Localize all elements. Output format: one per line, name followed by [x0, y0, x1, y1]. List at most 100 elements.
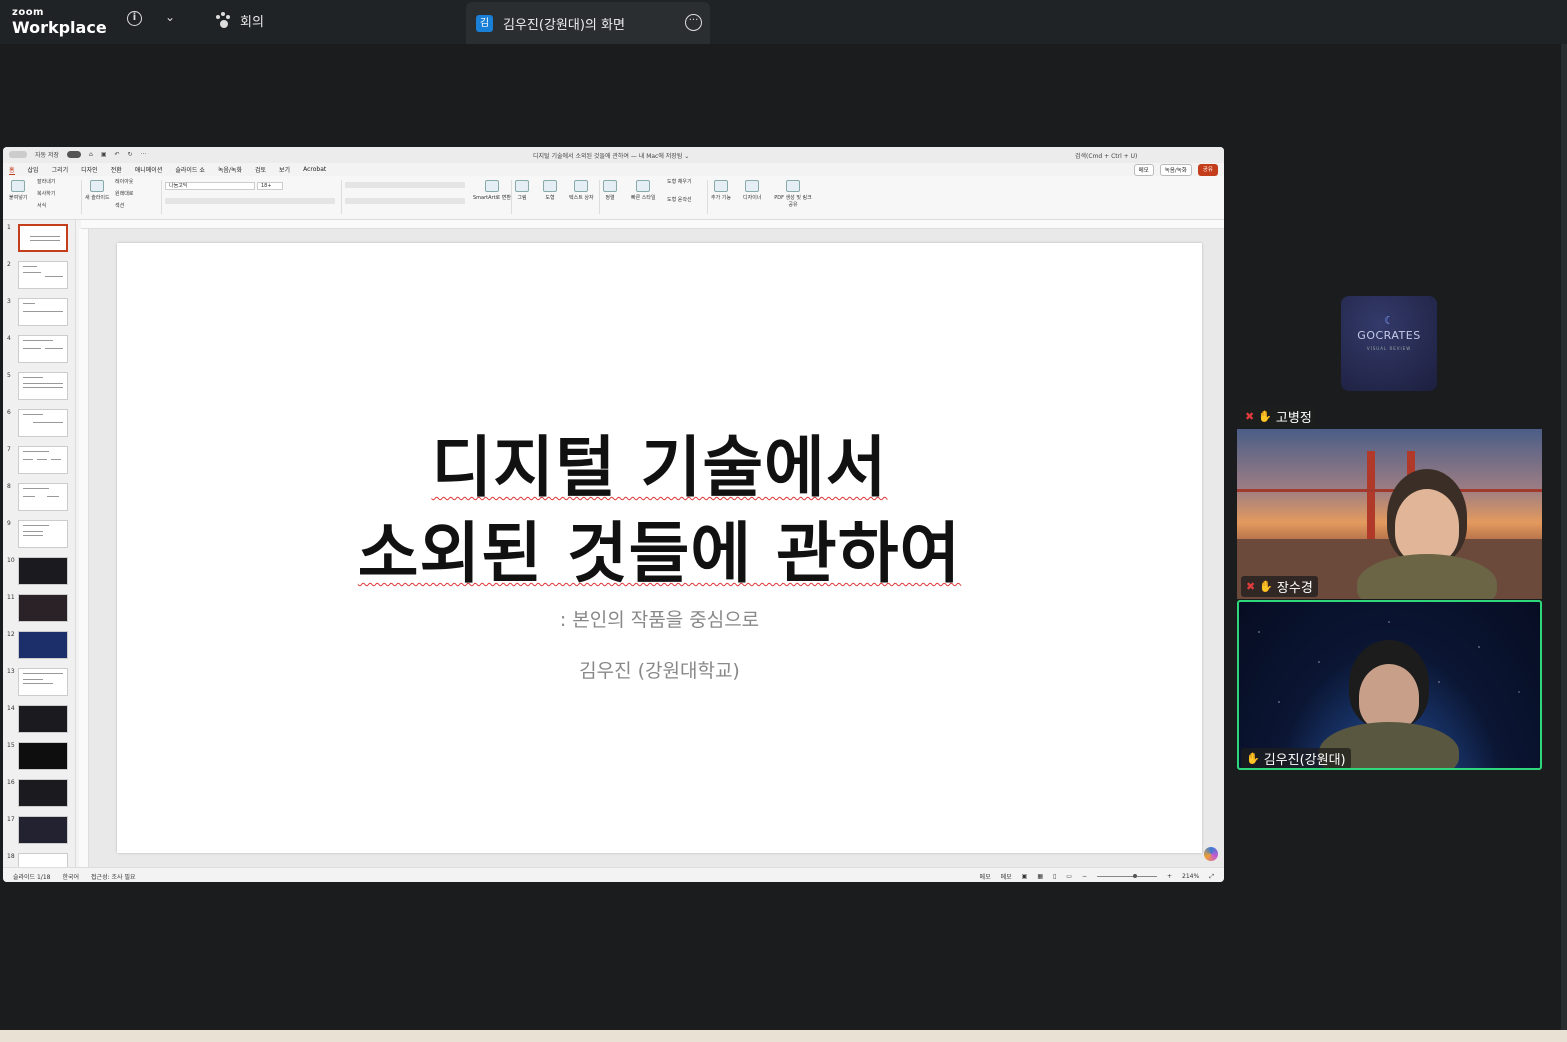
- addins-button[interactable]: 추가 기능: [711, 180, 731, 201]
- paragraph-row-2[interactable]: [345, 198, 465, 204]
- font-format-row[interactable]: [165, 198, 335, 204]
- meeting-tab[interactable]: 회의: [214, 11, 264, 30]
- info-icon[interactable]: i: [127, 11, 142, 26]
- shape-fill-button[interactable]: 도형 채우기: [667, 178, 692, 185]
- ppt-title-bar: 자동 저장 ⌂ ▣ ↶ ↻ ··· 디지털 기술에서 소외된 것들에 관하여 —…: [3, 147, 1224, 163]
- cut-label: 잘라내기: [37, 179, 56, 185]
- comments-status-button[interactable]: 메모: [1001, 872, 1012, 881]
- slide-thumbnail[interactable]: [18, 853, 68, 867]
- tab-insert[interactable]: 삽입: [28, 165, 39, 174]
- current-slide[interactable]: 디지털 기술에서 소외된 것들에 관하여 : 본인의 작품을 중심으로 김우진 …: [117, 243, 1202, 853]
- new-slide-button[interactable]: 새 슬라이드: [85, 180, 110, 201]
- slide-thumbnail[interactable]: [18, 261, 68, 289]
- tab-home[interactable]: 홈: [9, 165, 15, 175]
- format-painter-button[interactable]: 서식: [37, 202, 46, 209]
- record-button[interactable]: 녹음/녹화: [1159, 164, 1192, 176]
- zoom-slider[interactable]: [1097, 874, 1157, 878]
- slideshow-view-icon[interactable]: ▭: [1066, 873, 1072, 880]
- designer-button[interactable]: 디자이너: [743, 180, 761, 201]
- font-name-select[interactable]: 나눔고딕: [165, 182, 255, 190]
- copy-button[interactable]: 복사하기: [37, 190, 55, 197]
- tab-review[interactable]: 검토: [255, 165, 266, 174]
- slide-thumbnail[interactable]: [18, 372, 68, 400]
- quick-style-button[interactable]: 빠른 스타일: [631, 180, 656, 201]
- shape-button[interactable]: 도형: [543, 180, 557, 201]
- comments-button[interactable]: 메모: [1133, 164, 1154, 176]
- shape-outline-button[interactable]: 도형 윤곽선: [667, 196, 692, 203]
- more-icon[interactable]: ···: [141, 151, 147, 158]
- slide-thumbnail[interactable]: [18, 335, 68, 363]
- slide-thumbnail[interactable]: [18, 779, 68, 807]
- slide-thumbnail[interactable]: [18, 742, 68, 770]
- zoom-level[interactable]: 214%: [1182, 873, 1199, 880]
- slide-thumbnail[interactable]: [18, 446, 68, 474]
- paragraph-row-1[interactable]: [345, 182, 465, 188]
- reset-button[interactable]: 원래대로: [115, 190, 133, 197]
- slide-canvas: 디지털 기술에서 소외된 것들에 관하여 : 본인의 작품을 중심으로 김우진 …: [89, 229, 1224, 867]
- tab-slideshow[interactable]: 슬라이드 쇼: [175, 165, 205, 174]
- pin-icon: ✋: [1259, 580, 1273, 593]
- paste-button[interactable]: 붙여넣기: [9, 180, 27, 201]
- textbox-button[interactable]: 텍스트 상자: [569, 180, 594, 201]
- notes-button[interactable]: 메모: [980, 872, 991, 881]
- section-button[interactable]: 섹션: [115, 202, 124, 209]
- slide-thumbnail[interactable]: [18, 409, 68, 437]
- slide-title-line2[interactable]: 소외된 것들에 관하여: [117, 521, 1202, 587]
- layout-button[interactable]: 레이아웃: [115, 178, 133, 185]
- undo-icon[interactable]: ↶: [114, 151, 119, 158]
- smartart-button[interactable]: SmartArt로 변환: [473, 180, 511, 201]
- slide-title-line1[interactable]: 디지털 기술에서: [117, 435, 1202, 501]
- scrollbar[interactable]: [1561, 44, 1567, 1030]
- autosave-toggle[interactable]: [67, 151, 81, 158]
- home-icon[interactable]: ⌂: [89, 151, 93, 158]
- slide-thumbnail[interactable]: [18, 631, 68, 659]
- tab-transitions[interactable]: 전환: [111, 165, 122, 174]
- layout-label: 레이아웃: [115, 179, 134, 185]
- sidebar-toggle-icon[interactable]: [9, 151, 27, 158]
- slide-thumbnails-pane[interactable]: 1 2 3 4 5 6 7 8 9 10 11 12 13 14 15 16 1…: [3, 220, 76, 867]
- redo-icon[interactable]: ↻: [128, 151, 133, 158]
- zoom-in-icon[interactable]: +: [1167, 873, 1172, 880]
- normal-view-icon[interactable]: ▣: [1022, 873, 1028, 880]
- more-options-icon[interactable]: ···: [685, 14, 702, 31]
- save-icon[interactable]: ▣: [101, 151, 107, 158]
- sorter-view-icon[interactable]: ▦: [1037, 873, 1043, 880]
- share-button[interactable]: 공유: [1197, 164, 1218, 176]
- picture-button[interactable]: 그림: [515, 180, 529, 201]
- participant-video-1[interactable]: ✖ ✋ 장수경: [1237, 429, 1542, 599]
- slide-thumbnail[interactable]: [18, 520, 68, 548]
- font-size-select[interactable]: 18+: [257, 182, 283, 190]
- slide-thumbnail[interactable]: [18, 594, 68, 622]
- tab-record[interactable]: 녹음/녹화: [218, 165, 242, 174]
- tab-acrobat[interactable]: Acrobat: [303, 166, 326, 173]
- zoom-out-icon[interactable]: −: [1082, 873, 1087, 880]
- slide-thumbnail[interactable]: [18, 668, 68, 696]
- cut-button[interactable]: 잘라내기: [37, 178, 55, 185]
- participant-avatar-gocrates[interactable]: ☾ GOCRATES VISUAL REVIEW: [1341, 296, 1437, 391]
- fit-slide-icon[interactable]: ⤢: [1209, 873, 1214, 881]
- search-box[interactable]: 검색(Cmd + Ctrl + U): [1075, 151, 1137, 160]
- chevron-down-icon[interactable]: ⌄: [165, 10, 175, 24]
- pdf-share-button[interactable]: PDF 생성 및 링크 공유: [773, 180, 813, 208]
- slide-author[interactable]: 김우진 (강원대학교): [117, 656, 1202, 683]
- tab-view[interactable]: 보기: [279, 165, 290, 174]
- slide-thumbnail[interactable]: [18, 816, 68, 844]
- slide-thumbnail[interactable]: [18, 298, 68, 326]
- tab-draw[interactable]: 그리기: [52, 165, 69, 174]
- slide-thumbnail[interactable]: [18, 705, 68, 733]
- accessibility-status[interactable]: 접근성: 조사 필요: [91, 872, 135, 881]
- language-status[interactable]: 한국어: [62, 872, 79, 881]
- slide-thumbnail[interactable]: [18, 483, 68, 511]
- dock-strip: [0, 1030, 1567, 1042]
- slide-title-text: 소외된 것들에 관하여: [357, 515, 962, 592]
- slide-subtitle[interactable]: : 본인의 작품을 중심으로: [117, 605, 1202, 632]
- reading-view-icon[interactable]: ▯: [1053, 873, 1056, 880]
- tab-design[interactable]: 디자인: [81, 165, 98, 174]
- screen-share-tab[interactable]: 김 김우진(강원대)의 화면 ···: [466, 2, 710, 44]
- participant-video-active-speaker[interactable]: ✋ 김우진(강원대): [1237, 600, 1542, 770]
- copilot-icon[interactable]: [1204, 847, 1218, 861]
- tab-animations[interactable]: 애니메이션: [135, 165, 163, 174]
- arrange-button[interactable]: 정렬: [603, 180, 617, 201]
- slide-thumbnail[interactable]: [18, 224, 68, 252]
- slide-thumbnail[interactable]: [18, 557, 68, 585]
